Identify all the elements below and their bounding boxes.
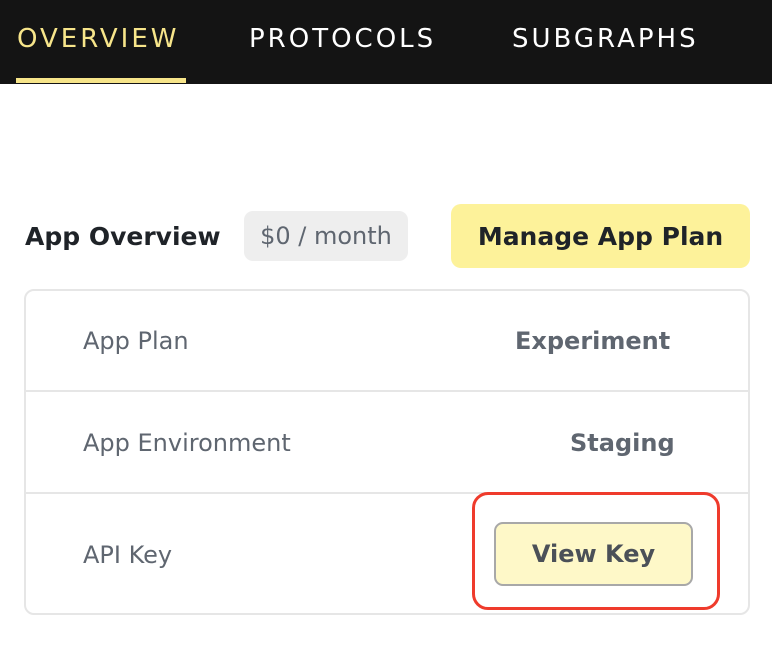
row-divider [26, 390, 748, 392]
api-key-label: API Key [83, 541, 173, 569]
manage-app-plan-button[interactable]: Manage App Plan [451, 204, 750, 268]
tab-protocols[interactable]: PROTOCOLS [249, 24, 436, 58]
app-details-card: App Plan Experiment App Environment Stag… [24, 289, 750, 615]
page-title: App Overview [25, 222, 221, 251]
app-plan-label: App Plan [83, 327, 189, 355]
app-plan-value: Experiment [515, 327, 671, 355]
top-navigation-bar: OVERVIEW PROTOCOLS SUBGRAPHS [0, 0, 772, 84]
row-divider [26, 492, 748, 494]
view-key-button[interactable]: View Key [494, 522, 693, 586]
price-badge: $0 / month [244, 211, 408, 261]
app-environment-value: Staging [570, 429, 675, 457]
active-tab-indicator [16, 78, 186, 83]
tab-subgraphs[interactable]: SUBGRAPHS [512, 24, 699, 58]
tab-overview[interactable]: OVERVIEW [17, 24, 179, 58]
app-environment-label: App Environment [83, 429, 291, 457]
